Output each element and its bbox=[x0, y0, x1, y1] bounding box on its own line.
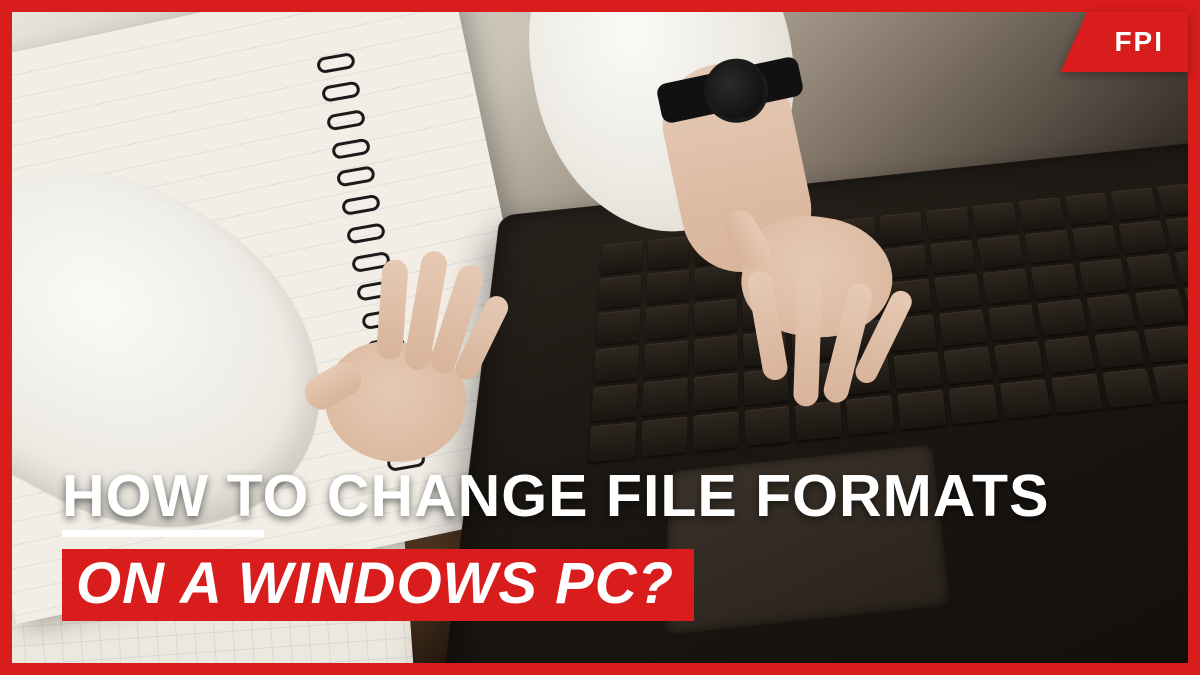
headline: HOW TO CHANGE FILE FORMATS ON A WINDOWS … bbox=[62, 466, 1049, 621]
headline-underline bbox=[62, 530, 264, 537]
headline-line2: ON A WINDOWS PC? bbox=[76, 555, 674, 613]
headline-line2-bg: ON A WINDOWS PC? bbox=[62, 549, 694, 621]
brand-tag: FPI bbox=[1060, 12, 1188, 72]
brand-tag-label: FPI bbox=[1104, 12, 1188, 72]
headline-line1: HOW TO CHANGE FILE FORMATS bbox=[62, 466, 1049, 526]
